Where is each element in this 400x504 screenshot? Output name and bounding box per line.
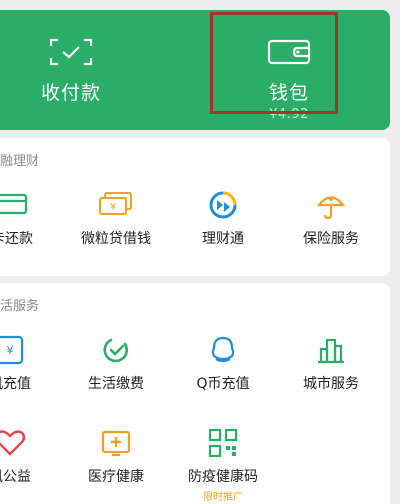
charity-icon [0, 428, 60, 456]
life-section-title: 活服务 [0, 299, 40, 314]
insurance-icon [281, 190, 381, 220]
promo-badge: 限时推广 [203, 492, 243, 503]
medical-icon [66, 428, 166, 457]
receive-pay-button[interactable]: 收付款 [0, 10, 146, 130]
charity-label: 讯公益 [0, 469, 31, 485]
medical-label: 医疗健康 [88, 469, 144, 485]
utility-label: 生活缴费 [88, 376, 144, 392]
scan-pay-icon [49, 38, 93, 66]
qq-coin-item[interactable]: Q币充值 [173, 335, 273, 393]
insurance-item[interactable]: 保险服务 [281, 190, 381, 248]
card-repay-label: 卡还款 [0, 231, 33, 247]
finance-section-title: 融理财 [0, 154, 40, 169]
qq-coin-icon [173, 335, 273, 363]
finance-section: 融理财 卡还款 ¥ 微粒贷借钱 理财 [0, 138, 390, 276]
card-repay-item[interactable]: 卡还款 [0, 190, 62, 248]
phone-recharge-label: 机充值 [0, 376, 31, 392]
health-code-label: 防疫健康码 [188, 469, 258, 485]
qr-code-icon [173, 428, 273, 458]
medical-item[interactable]: 医疗健康 [66, 428, 166, 486]
wallet-highlight-box [210, 12, 338, 114]
svg-text:¥: ¥ [110, 202, 116, 213]
wealth-label: 理财通 [202, 231, 244, 247]
wealth-icon [173, 190, 273, 219]
phone-recharge-icon: ¥ [0, 335, 60, 365]
life-services-section: 活服务 ¥ 机充值 生活缴费 Q币充值 [0, 283, 390, 504]
charity-item[interactable]: 讯公益 [0, 428, 60, 486]
city-service-item[interactable]: 城市服务 [281, 335, 381, 393]
card-repay-icon [0, 190, 62, 218]
loan-item[interactable]: ¥ 微粒贷借钱 [66, 190, 166, 248]
wealth-item[interactable]: 理财通 [173, 190, 273, 248]
health-code-item[interactable]: 防疫健康码 限时推广 [173, 428, 273, 503]
loan-icon: ¥ [66, 190, 166, 218]
city-icon [281, 335, 381, 364]
receive-pay-label: 收付款 [40, 82, 101, 104]
qq-coin-label: Q币充值 [196, 376, 250, 392]
utility-item[interactable]: 生活缴费 [66, 335, 166, 393]
phone-recharge-item[interactable]: ¥ 机充值 [0, 335, 60, 393]
svg-text:¥: ¥ [7, 344, 14, 357]
insurance-label: 保险服务 [303, 231, 359, 247]
utility-icon [66, 335, 166, 363]
city-service-label: 城市服务 [303, 376, 359, 392]
loan-label: 微粒贷借钱 [81, 231, 151, 247]
